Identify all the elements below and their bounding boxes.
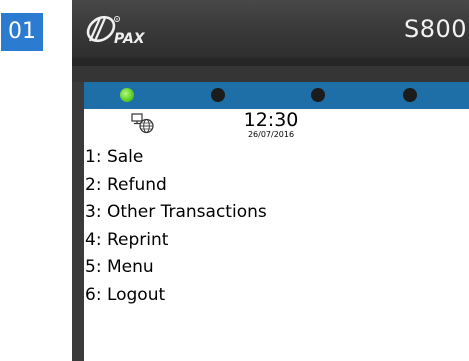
led-indicator-3 [311, 88, 325, 102]
model-name: S800 [403, 15, 467, 43]
menu-item-reprint[interactable]: 4: Reprint [85, 227, 267, 255]
menu-item-refund[interactable]: 2: Refund [85, 172, 267, 200]
bezel-divider [72, 58, 469, 66]
terminal-header: R PAX S800 [72, 0, 469, 58]
bezel-band [72, 66, 469, 82]
led-indicator-1 [120, 88, 134, 102]
terminal-screen: 12:30 26/07/2016 1: Sale 2: Refund 3: Ot… [84, 109, 469, 361]
menu-item-logout[interactable]: 6: Logout [85, 282, 267, 310]
menu-item-sale[interactable]: 1: Sale [85, 144, 267, 172]
led-indicator-2 [211, 88, 225, 102]
status-led-bar [84, 82, 469, 109]
page: 01 R PAX S800 12:30 26/07/2016 1: Sale 2… [0, 0, 469, 361]
step-number-badge: 01 [1, 13, 43, 51]
menu-item-other-transactions[interactable]: 3: Other Transactions [85, 199, 267, 227]
clock-time: 12:30 [243, 109, 299, 131]
clock-date: 26/07/2016 [247, 130, 295, 139]
network-connection-icon [131, 113, 154, 134]
brand-text: PAX [114, 31, 146, 47]
led-indicator-4 [403, 88, 417, 102]
payment-terminal: R PAX S800 12:30 26/07/2016 1: Sale 2: R… [72, 0, 469, 361]
main-menu: 1: Sale 2: Refund 3: Other Transactions … [85, 144, 267, 310]
menu-item-menu[interactable]: 5: Menu [85, 254, 267, 282]
pax-logo: R PAX [86, 15, 146, 47]
